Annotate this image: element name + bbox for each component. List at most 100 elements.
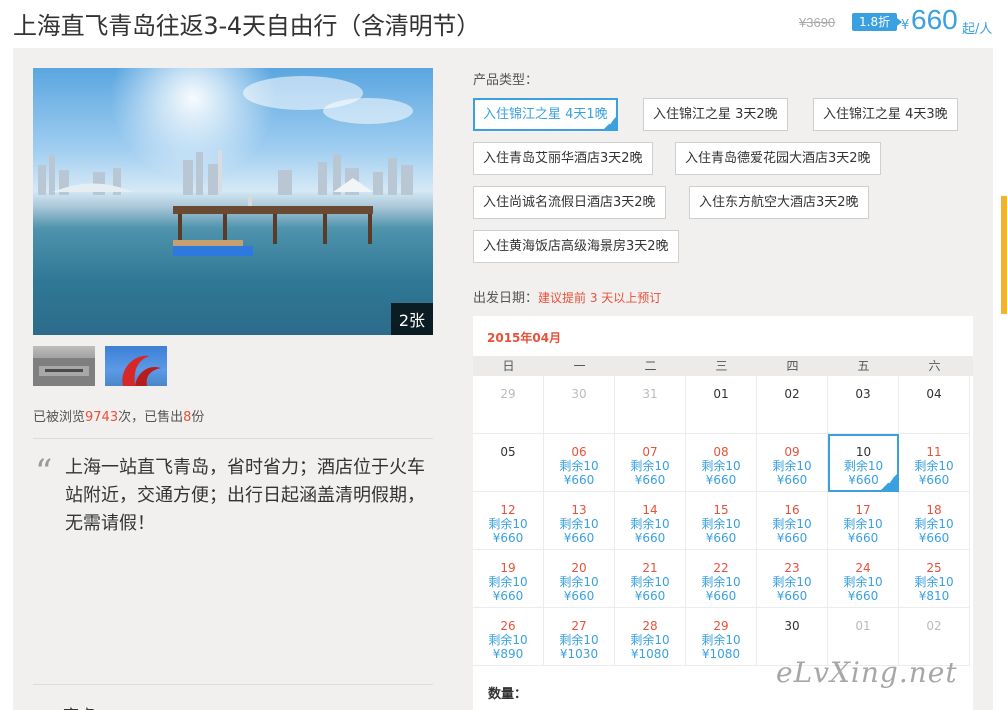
day-price: ¥660 — [634, 531, 666, 545]
day-price: ¥1080 — [701, 647, 741, 661]
calendar-day[interactable]: 22 剩余10 ¥660 — [686, 550, 757, 608]
calendar-weekday-header: 日 一 二 三 四 五 六 — [473, 356, 973, 376]
day-number: 11 — [926, 445, 942, 459]
day-number: 15 — [713, 503, 729, 517]
remaining-seats: 剩余10 — [701, 575, 741, 589]
calendar-day[interactable]: 29 剩余10 ¥1080 — [686, 608, 757, 666]
remaining-seats: 剩余10 — [843, 517, 883, 531]
product-option-jinjiang-4d3n[interactable]: 入住锦江之星 4天3晚 — [813, 98, 958, 131]
calendar-day[interactable]: 28 剩余10 ¥1080 — [615, 608, 686, 666]
photo-count-badge[interactable]: 2张 — [390, 303, 433, 335]
product-option-jinjiang-3d2n[interactable]: 入住锦江之星 3天2晚 — [643, 98, 788, 131]
remaining-seats: 剩余10 — [559, 517, 599, 531]
day-number: 06 — [571, 445, 587, 459]
calendar-day[interactable]: 15 剩余10 ¥660 — [686, 492, 757, 550]
calendar-day[interactable]: 17 剩余10 ¥660 — [828, 492, 899, 550]
calendar-day[interactable]: 23 剩余10 ¥660 — [757, 550, 828, 608]
product-type-label: 产品类型： — [473, 73, 539, 88]
product-option-shangcheng[interactable]: 入住尚诚名流假日酒店3天2晚 — [473, 186, 666, 219]
product-option-eastern-airlines-hotel[interactable]: 入住东方航空大酒店3天2晚 — [689, 186, 869, 219]
remaining-seats: 剩余10 — [630, 517, 670, 531]
product-option-label: 入住尚诚名流假日酒店3天2晚 — [483, 195, 656, 210]
calendar-day[interactable]: 08 剩余10 ¥660 — [686, 434, 757, 492]
current-price: 660 — [911, 4, 958, 35]
calendar-day[interactable]: 18 剩余10 ¥660 — [899, 492, 970, 550]
calendar-day[interactable]: 25 剩余10 ¥810 — [899, 550, 970, 608]
calendar-day[interactable]: 09 剩余10 ¥660 — [757, 434, 828, 492]
discount-badge: 1.8折 — [852, 13, 903, 31]
calendar-day: 31 — [615, 376, 686, 434]
main-photo[interactable]: 2张 — [33, 68, 433, 335]
day-number: 26 — [500, 619, 516, 633]
calendar-day[interactable]: 07 剩余10 ¥660 — [615, 434, 686, 492]
stats-prefix: 已被浏览 — [33, 410, 86, 425]
calendar-day[interactable]: 14 剩余10 ¥660 — [615, 492, 686, 550]
day-number: 19 — [500, 561, 516, 575]
remaining-seats: 剩余10 — [772, 459, 812, 473]
calendar-day[interactable]: 24 剩余10 ¥660 — [828, 550, 899, 608]
day-price: ¥660 — [776, 531, 808, 545]
site-watermark: eLvXing.net — [776, 656, 958, 689]
day-number: 23 — [784, 561, 800, 575]
remaining-seats: 剩余10 — [772, 517, 812, 531]
day-number: 28 — [642, 619, 658, 633]
product-option-deai-garden[interactable]: 入住青岛德爱花园大酒店3天2晚 — [675, 142, 881, 175]
remaining-seats: 剩余10 — [630, 459, 670, 473]
day-number: 25 — [926, 561, 942, 575]
original-price: ¥3690 — [799, 15, 836, 30]
product-option-label: 入住东方航空大酒店3天2晚 — [699, 195, 859, 210]
product-option-ailihua[interactable]: 入住青岛艾丽华酒店3天2晚 — [473, 142, 653, 175]
product-option-label: 入住青岛艾丽华酒店3天2晚 — [483, 151, 643, 166]
calendar-day[interactable]: 13 剩余10 ¥660 — [544, 492, 615, 550]
calendar-day-selected[interactable]: 10 剩余10 ¥660 — [828, 434, 899, 492]
day-number: 08 — [713, 445, 729, 459]
product-option-huanghai[interactable]: 入住黄海饭店高级海景房3天2晚 — [473, 230, 679, 263]
stats-mid: 次，已售出 — [118, 410, 184, 425]
calendar-day: 01 — [686, 376, 757, 434]
side-float-tab[interactable] — [1001, 196, 1007, 314]
remaining-seats: 剩余10 — [914, 575, 954, 589]
day-number: 09 — [784, 445, 800, 459]
gallery-thumbnail[interactable] — [33, 346, 95, 386]
calendar-day[interactable]: 12 剩余10 ¥660 — [473, 492, 544, 550]
day-price: ¥1080 — [630, 647, 670, 661]
day-price: ¥1030 — [559, 647, 599, 661]
day-number: 02 — [926, 619, 942, 633]
day-number: 04 — [926, 387, 942, 401]
remaining-seats: 剩余10 — [630, 575, 670, 589]
calendar-day[interactable]: 19 剩余10 ¥660 — [473, 550, 544, 608]
day-number: 13 — [571, 503, 587, 517]
divider — [33, 684, 433, 685]
weekday-sun: 日 — [502, 359, 515, 373]
day-number: 05 — [500, 445, 516, 459]
day-price: ¥660 — [563, 531, 595, 545]
calendar-day[interactable]: 20 剩余10 ¥660 — [544, 550, 615, 608]
day-number: 02 — [784, 387, 800, 401]
city-skyline — [38, 150, 413, 195]
calendar-day: 29 — [473, 376, 544, 434]
calendar-day[interactable]: 16 剩余10 ¥660 — [757, 492, 828, 550]
calendar-day[interactable]: 21 剩余10 ¥660 — [615, 550, 686, 608]
calendar-day[interactable]: 06 剩余10 ¥660 — [544, 434, 615, 492]
calendar-day[interactable]: 11 剩余10 ¥660 — [899, 434, 970, 492]
calendar-day[interactable]: 27 剩余10 ¥1030 — [544, 608, 615, 666]
product-title: 上海直飞青岛往返3-4天自由行（含清明节） — [13, 12, 480, 40]
red-sculpture-thumbnail-image — [122, 355, 161, 386]
day-price: ¥660 — [918, 531, 950, 545]
calendar-day: 03 — [828, 376, 899, 434]
remaining-seats: 剩余10 — [701, 633, 741, 647]
product-option-jinjiang-4d1n[interactable]: 入住锦江之星 4天1晚 — [473, 98, 618, 131]
gallery-thumbnail[interactable] — [105, 346, 167, 386]
day-price: ¥660 — [563, 473, 595, 487]
price-unit: 起/人 — [962, 22, 993, 37]
day-number: 16 — [784, 503, 800, 517]
product-option-label: 入住锦江之星 3天2晚 — [653, 107, 778, 122]
pier — [173, 196, 373, 256]
weekday-tue: 二 — [644, 359, 657, 373]
day-price: ¥660 — [634, 473, 666, 487]
calendar-day[interactable]: 26 剩余10 ¥890 — [473, 608, 544, 666]
day-price: ¥660 — [847, 589, 879, 603]
remaining-seats: 剩余10 — [488, 517, 528, 531]
product-description: 上海一站直飞青岛，省时省力；酒店位于火车站附近，交通方便；出行日起涵盖清明假期，… — [65, 457, 425, 534]
weekday-thu: 四 — [786, 359, 799, 373]
